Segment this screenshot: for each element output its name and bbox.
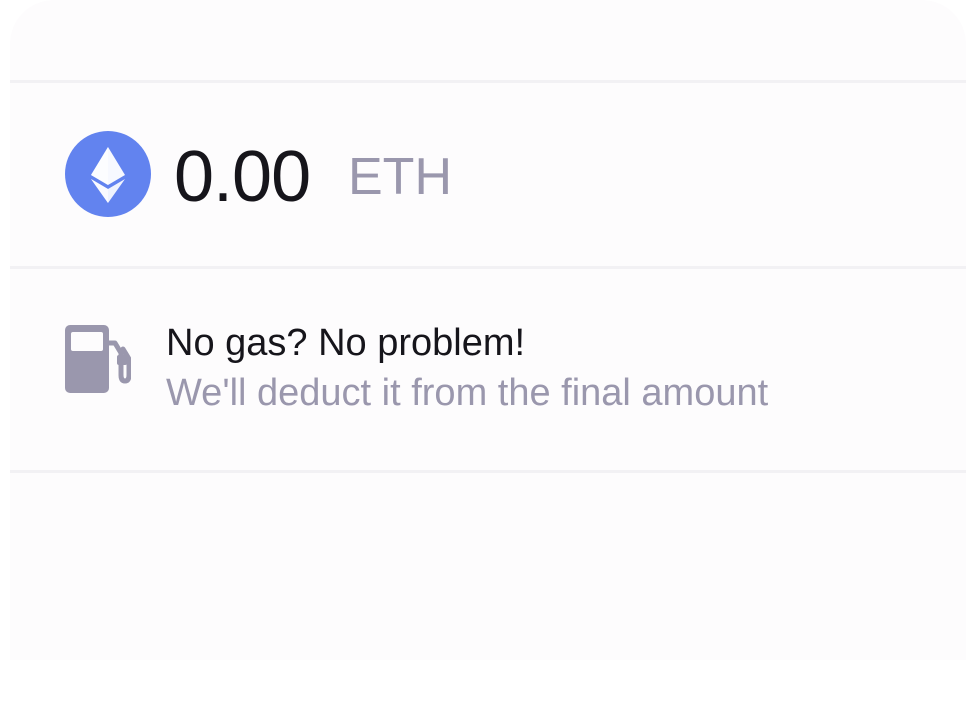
payment-card: 0.00 ETH No gas? No problem! We'll deduc…	[10, 0, 966, 660]
balance-amount: 0.00	[174, 137, 311, 217]
gas-notice: No gas? No problem! We'll deduct it from…	[10, 269, 966, 470]
balance-row: 0.00 ETH	[10, 83, 966, 266]
balance-unit: ETH	[348, 148, 452, 206]
gas-notice-title: No gas? No problem!	[166, 322, 526, 364]
gas-notice-subtitle: We'll deduct it from the final amount	[166, 372, 769, 414]
gas-pump-icon	[65, 323, 132, 395]
ethereum-icon	[65, 131, 151, 217]
divider	[10, 470, 966, 473]
